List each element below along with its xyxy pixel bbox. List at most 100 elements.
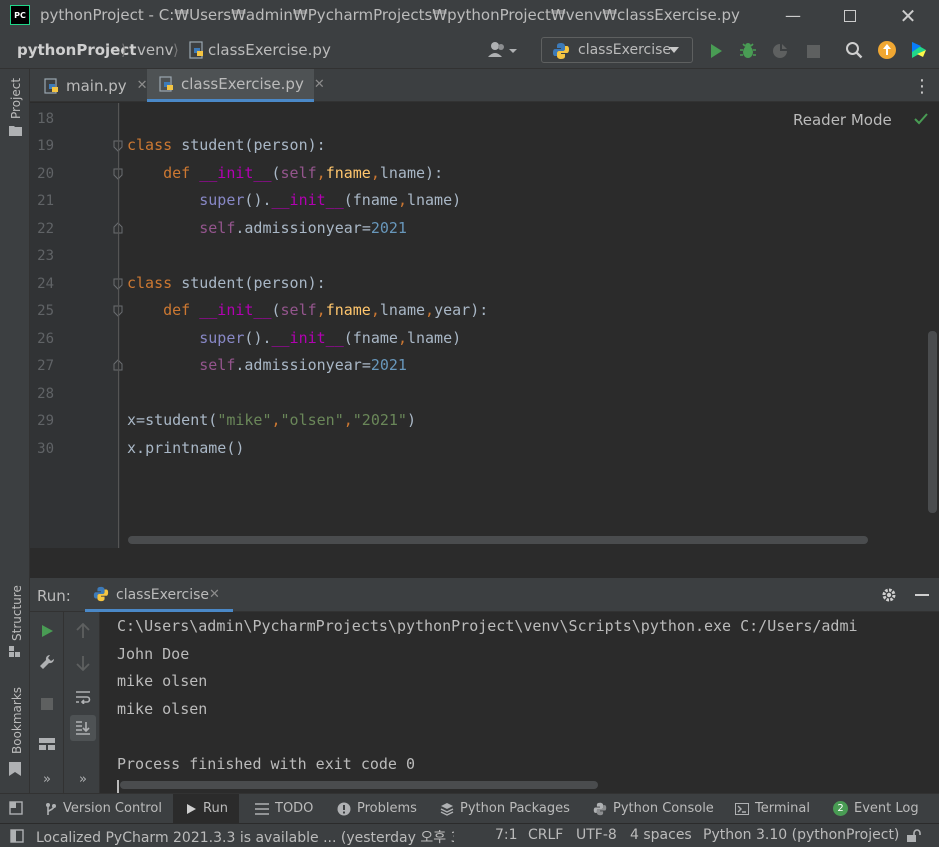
tab-label: Python Console: [613, 801, 714, 816]
tab-problems[interactable]: Problems: [337, 801, 417, 816]
code-line-21: super().__init__(fname,lname): [199, 191, 462, 209]
minimize-button[interactable]: —: [770, 0, 816, 31]
status-message[interactable]: Localized PyCharm 2021.3.3 is available …: [36, 827, 454, 847]
left-tool-strip: Project Structure Bookmarks: [0, 69, 30, 793]
more-options-icon[interactable]: ⋮: [913, 75, 931, 97]
caret-position[interactable]: 7:1: [495, 827, 518, 843]
tab-classexercise-py[interactable]: classExercise.py ✕: [147, 69, 325, 102]
breadcrumb-file[interactable]: classExercise.py: [208, 41, 331, 59]
python-icon: [593, 802, 607, 815]
code-line-27: self.admissionyear=2021: [199, 356, 407, 374]
problems-icon: [337, 802, 351, 815]
run-with-coverage-icon[interactable]: [769, 40, 791, 62]
line-number: 26: [37, 331, 54, 347]
python-file-icon: [189, 41, 205, 59]
structure-tool-tab[interactable]: Structure: [10, 585, 24, 641]
code-line-22: self.admissionyear=2021: [199, 219, 407, 237]
rerun-icon[interactable]: [38, 622, 56, 640]
lock-icon[interactable]: [905, 827, 923, 845]
more-chevron-icon[interactable]: »: [38, 770, 56, 788]
code-line-24: class student(person):: [127, 274, 326, 292]
project-tool-tab[interactable]: Project: [9, 78, 23, 119]
code-editor[interactable]: 18 19 20 21 22 23 24 25 26 27 28 29 30 c…: [30, 103, 939, 548]
line-number: 23: [37, 248, 54, 264]
breadcrumb-separator-icon: ⟩: [121, 41, 127, 59]
file-encoding[interactable]: UTF-8: [576, 827, 617, 843]
search-icon[interactable]: [843, 39, 865, 61]
gear-icon[interactable]: [880, 586, 898, 604]
event-count-badge: 2: [833, 801, 848, 816]
down-arrow-icon[interactable]: [74, 654, 92, 672]
stop-icon[interactable]: [802, 40, 824, 62]
run-panel-label: Run:: [37, 587, 71, 605]
bookmarks-tool-tab[interactable]: Bookmarks: [10, 687, 24, 754]
tab-label: Version Control: [63, 801, 162, 816]
stop-icon[interactable]: [38, 695, 56, 713]
update-icon[interactable]: [876, 39, 898, 61]
text-cursor: [117, 780, 119, 793]
tab-event-log[interactable]: 2 Event Log: [833, 801, 919, 816]
run-icon[interactable]: [705, 40, 727, 62]
line-number: 20: [37, 166, 54, 182]
run-panel-header: Run: classExercise ✕: [30, 578, 939, 612]
title-bar: PC pythonProject - C:₩Users₩admin₩Pychar…: [0, 0, 939, 31]
tab-todo[interactable]: TODO: [255, 801, 313, 816]
line-number: 28: [37, 386, 54, 402]
python-file-icon: [44, 77, 60, 94]
run-configuration-select[interactable]: classExercise: [541, 37, 693, 63]
user-icon[interactable]: [486, 39, 520, 61]
up-arrow-icon[interactable]: [74, 622, 92, 640]
terminal-icon: [735, 802, 749, 815]
code-line-29: x=student("mike","olsen","2021"): [127, 411, 416, 429]
vertical-scrollbar[interactable]: [928, 331, 937, 513]
horizontal-scrollbar[interactable]: [128, 536, 868, 544]
tab-terminal[interactable]: Terminal: [735, 801, 810, 816]
scroll-to-end-icon[interactable]: [70, 715, 96, 741]
close-tab-icon[interactable]: ✕: [314, 77, 325, 92]
breadcrumb-project[interactable]: pythonProject: [17, 41, 136, 59]
python-interpreter[interactable]: Python 3.10 (pythonProject): [703, 827, 899, 843]
console-output-line: Process finished with exit code 0: [117, 755, 416, 773]
code-line-20: def __init__(self,fname,lname):: [163, 164, 444, 182]
close-tab-icon[interactable]: ✕: [209, 587, 220, 602]
tab-version-control[interactable]: Version Control: [45, 801, 162, 816]
horizontal-scrollbar[interactable]: [120, 781, 598, 789]
run-panel-tab[interactable]: classExercise ✕: [85, 578, 233, 612]
line-number: 19: [37, 138, 54, 154]
code-line-25: def __init__(self,fname,lname,year):: [163, 301, 489, 319]
tab-label: classExercise.py: [181, 75, 304, 93]
code-with-me-icon[interactable]: [908, 39, 930, 61]
maximize-button[interactable]: [827, 0, 873, 31]
toggle-tool-windows-icon[interactable]: [8, 800, 24, 816]
wrench-icon[interactable]: [38, 653, 56, 671]
bookmark-icon: [8, 761, 22, 777]
list-icon: [255, 802, 269, 815]
tab-main-py[interactable]: main.py ✕: [36, 69, 148, 102]
run-configuration-label: classExercise: [578, 42, 672, 58]
status-bar: Localized PyCharm 2021.3.3 is available …: [0, 823, 939, 847]
minimize-panel-icon[interactable]: [913, 586, 931, 604]
tool-window-bar: Version Control Run TODO Problems Python…: [0, 793, 939, 824]
indent-setting[interactable]: 4 spaces: [630, 827, 692, 843]
soft-wrap-icon[interactable]: [74, 688, 92, 706]
structure-icon: [8, 645, 22, 659]
more-chevron-icon[interactable]: »: [74, 770, 92, 788]
reader-mode-toggle[interactable]: Reader Mode: [793, 111, 892, 129]
chevron-down-icon: [668, 45, 680, 55]
window-title: pythonProject - C:₩Users₩admin₩PycharmPr…: [40, 6, 740, 24]
tab-python-packages[interactable]: Python Packages: [440, 801, 570, 816]
tab-label: Run: [203, 801, 228, 816]
panel-toggle-icon[interactable]: [9, 828, 25, 844]
close-window-button[interactable]: ✕: [885, 0, 931, 31]
close-tab-icon[interactable]: ✕: [137, 78, 148, 93]
line-number: 22: [37, 221, 54, 237]
tab-run[interactable]: Run: [186, 801, 228, 816]
debug-icon[interactable]: [737, 40, 759, 62]
layout-icon[interactable]: [38, 735, 56, 753]
tab-python-console[interactable]: Python Console: [593, 801, 714, 816]
breadcrumb-venv[interactable]: venv: [137, 41, 174, 59]
pycharm-logo-icon: PC: [10, 5, 30, 25]
line-number: 29: [37, 413, 54, 429]
line-number: 18: [37, 111, 54, 127]
line-separator[interactable]: CRLF: [528, 827, 563, 843]
